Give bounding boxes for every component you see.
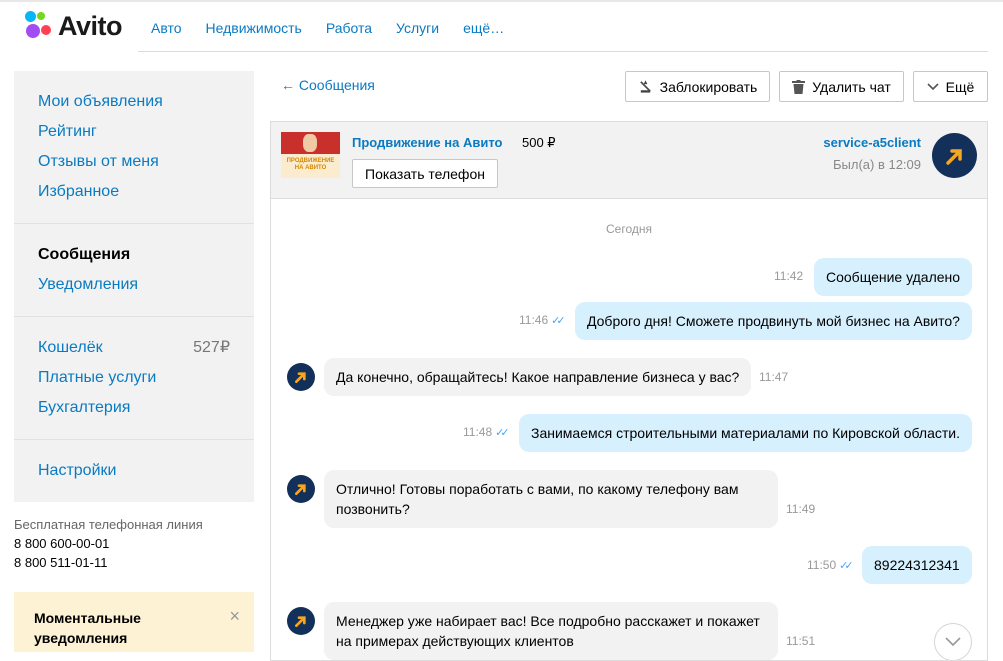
sidebar-item-reviews[interactable]: Отзывы от меня [38, 147, 230, 177]
message-outgoing: Занимаемся строительными материалами по … [519, 414, 973, 452]
more-actions-button[interactable]: Ещё [913, 71, 988, 102]
notify-title: Моментальные уведомления [34, 610, 141, 646]
main-nav: Авто Недвижимость Работа Услуги ещё… [151, 20, 504, 36]
sidebar-item-accounting[interactable]: Бухгалтерия [38, 393, 230, 423]
message-outgoing: Доброго дня! Сможете продвинуть мой бизн… [575, 302, 972, 340]
wallet-amount: 527₽ [193, 339, 230, 356]
double-check-icon: ✓✓ [495, 426, 510, 439]
thumb-caption: ПРОДВИЖЕНИЕ НА АВИТО [286, 158, 335, 171]
block-user-button[interactable]: Заблокировать [625, 71, 770, 102]
nav-auto[interactable]: Авто [151, 20, 182, 36]
message-time: 11:51 [786, 634, 816, 648]
wallet-label: Кошелёк [38, 339, 103, 356]
sidebar-item-paid-services[interactable]: Платные услуги [38, 363, 230, 393]
arrow-up-right-icon [295, 372, 306, 383]
site-header: Avito Авто Недвижимость Работа Услуги ещ… [0, 0, 1003, 52]
sidebar-item-messages[interactable]: Сообщения [38, 240, 230, 270]
message-incoming: Отлично! Готовы поработать с вами, по ка… [324, 470, 778, 528]
sidebar-item-my-ads[interactable]: Мои объявления [38, 87, 230, 117]
sidebar-item-wallet[interactable]: Кошелёк 527₽ [38, 333, 230, 363]
sender-avatar [287, 607, 315, 635]
messages-list: Сегодня 11:42 Сообщение удалено 11:46 ✓✓ … [271, 199, 987, 660]
support-phones: Бесплатная телефонная линия 8 800 600-00… [14, 515, 254, 572]
seller-name-link[interactable]: service-a5client [823, 135, 921, 150]
message-incoming: Менеджер уже набирает вас! Все подробно … [324, 602, 778, 660]
double-check-icon: ✓✓ [839, 559, 854, 572]
support-phone-2: 8 800 511-01-11 [14, 555, 108, 570]
nav-more[interactable]: ещё… [463, 20, 504, 36]
sender-avatar [287, 475, 315, 503]
chat-panel: ПРОДВИЖЕНИЕ НА АВИТО Продвижение на Авит… [270, 121, 988, 661]
chat-header: ПРОДВИЖЕНИЕ НА АВИТО Продвижение на Авит… [271, 122, 987, 199]
ad-thumbnail[interactable]: ПРОДВИЖЕНИЕ НА АВИТО [281, 132, 340, 178]
arrow-up-right-icon [295, 484, 306, 495]
sender-avatar [287, 363, 315, 391]
nav-realty[interactable]: Недвижимость [206, 20, 302, 36]
support-caption: Бесплатная телефонная линия [14, 517, 203, 532]
arrow-up-right-icon [295, 616, 306, 627]
block-user-label: Заблокировать [659, 78, 758, 95]
ad-price: 500 ₽ [522, 135, 556, 150]
sidebar-item-settings[interactable]: Настройки [38, 456, 230, 486]
close-icon[interactable]: × [229, 606, 240, 627]
delete-chat-label: Удалить чат [812, 78, 891, 95]
last-seen-status: Был(а) в 12:09 [832, 157, 921, 172]
block-icon [638, 79, 653, 94]
seller-avatar[interactable] [932, 133, 977, 178]
show-phone-button[interactable]: Показать телефон [352, 159, 498, 188]
day-separator: Сегодня [606, 222, 652, 236]
avito-logo[interactable]: Avito [24, 10, 134, 42]
sidebar-item-favorites[interactable]: Избранное [38, 177, 230, 207]
logo-dots-icon [24, 10, 54, 40]
sidebar-group-profile: Мои объявления Рейтинг Отзывы от меня Из… [14, 71, 254, 223]
sidebar-item-notifications[interactable]: Уведомления [38, 270, 230, 300]
message-outgoing: Сообщение удалено [814, 258, 973, 296]
message-outgoing: 89224312341 [862, 546, 972, 584]
sidebar-item-rating[interactable]: Рейтинг [38, 117, 230, 147]
chevron-down-icon [945, 637, 961, 647]
message-incoming: Да конечно, обращайтесь! Какое направлен… [324, 358, 752, 396]
back-to-messages-link[interactable]: ← Сообщения [281, 77, 375, 93]
sidebar-group-settings: Настройки [14, 439, 254, 502]
delete-chat-button[interactable]: Удалить чат [779, 71, 904, 102]
more-actions-label: Ещё [945, 78, 975, 95]
chevron-down-icon [927, 82, 939, 91]
message-time: 11:48 ✓✓ [463, 425, 510, 439]
header-divider [138, 51, 988, 52]
trash-icon [792, 79, 806, 94]
message-time: 11:49 [786, 502, 816, 516]
ad-title-link[interactable]: Продвижение на Авито [352, 135, 502, 150]
message-time: 11:46 ✓✓ [519, 313, 566, 327]
instant-notifications-banner: Моментальные уведомления × [14, 592, 254, 652]
scroll-down-button[interactable] [934, 623, 972, 660]
logo-text: Avito [58, 11, 123, 41]
nav-services[interactable]: Услуги [396, 20, 439, 36]
message-time: 11:47 [759, 370, 789, 384]
sidebar-group-finance: Кошелёк 527₽ Платные услуги Бухгалтерия [14, 316, 254, 439]
message-time: 11:50 ✓✓ [807, 558, 854, 572]
message-time: 11:42 [774, 269, 804, 283]
sidebar: Мои объявления Рейтинг Отзывы от меня Из… [14, 71, 254, 502]
nav-jobs[interactable]: Работа [326, 20, 372, 36]
arrow-up-right-icon [945, 148, 962, 165]
sidebar-group-messages: Сообщения Уведомления [14, 223, 254, 316]
double-check-icon: ✓✓ [551, 314, 566, 327]
support-phone-1: 8 800 600-00-01 [14, 536, 110, 551]
